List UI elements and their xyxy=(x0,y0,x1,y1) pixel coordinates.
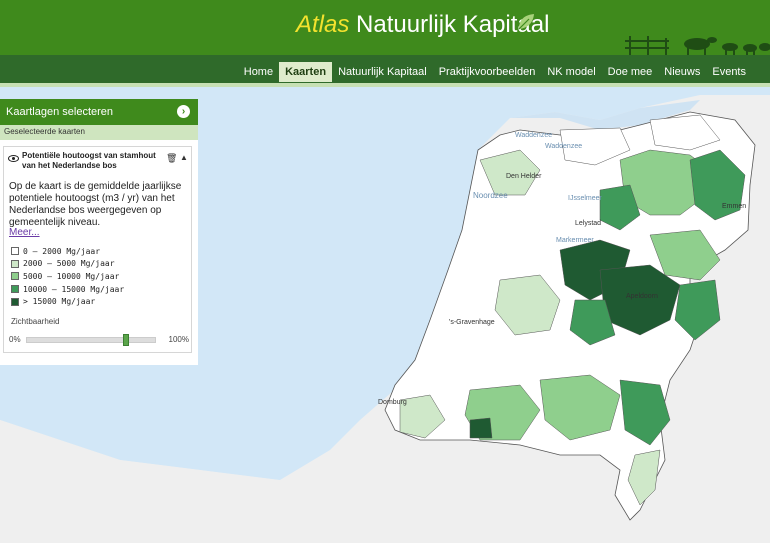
label-ijsselmeer: IJsselmeer xyxy=(568,195,603,202)
label-noordzee: Noordzee xyxy=(473,191,508,200)
legend: 0 – 2000 Mg/jaar 2000 – 5000 Mg/jaar 500… xyxy=(11,245,124,308)
farm-silhouette-icon xyxy=(625,36,770,56)
opacity-track[interactable] xyxy=(26,337,156,343)
site-title[interactable]: Atlas Natuurlijk Kapitaal xyxy=(296,11,549,39)
legend-item: 0 – 2000 Mg/jaar xyxy=(11,245,124,258)
label-domburg: Domburg xyxy=(378,399,407,406)
legend-item: 2000 – 5000 Mg/jaar xyxy=(11,258,124,271)
label-emmen: Emmen xyxy=(722,203,746,210)
legend-swatch xyxy=(11,247,19,256)
opacity-max-label: 100% xyxy=(168,335,189,344)
label-apeldoorn: Apeldoorn xyxy=(626,293,658,300)
layer-description: Op de kaart is de gemiddelde jaarlijkse … xyxy=(9,181,182,228)
arrow-right-icon[interactable]: › xyxy=(177,105,190,118)
opacity-thumb[interactable] xyxy=(122,334,129,346)
legend-swatch xyxy=(11,259,19,268)
nav-nk-model[interactable]: NK model xyxy=(541,62,601,82)
nav-natuurlijk-kapitaal[interactable]: Natuurlijk Kapitaal xyxy=(332,62,433,82)
opacity-slider[interactable]: 0% 100% xyxy=(9,334,189,346)
label-lelystad: Lelystad xyxy=(575,220,601,227)
legend-item: 5000 – 10000 Mg/jaar xyxy=(11,270,124,283)
opacity-min-label: 0% xyxy=(9,335,21,344)
legend-item: > 15000 Mg/jaar xyxy=(11,295,124,308)
nav-praktijkvoorbeelden[interactable]: Praktijkvoorbeelden xyxy=(433,62,542,82)
legend-swatch xyxy=(11,297,19,306)
layer-panel-header[interactable]: Kaartlagen selecteren › xyxy=(0,99,198,125)
legend-label: 0 – 2000 Mg/jaar xyxy=(23,246,101,256)
legend-swatch xyxy=(11,285,19,294)
label-waddenzee-1: Waddenzee xyxy=(515,132,552,139)
label-s-gravenhage: 's-Gravenhage xyxy=(449,319,495,326)
nav-events[interactable]: Events xyxy=(706,62,752,82)
eye-icon[interactable] xyxy=(8,155,19,162)
legend-label: 2000 – 5000 Mg/jaar xyxy=(23,259,115,269)
opacity-label: Zichtbaarheid xyxy=(11,317,60,326)
legend-swatch xyxy=(11,272,19,281)
trash-icon[interactable]: 🗑 xyxy=(166,153,177,164)
layer-panel-title: Kaartlagen selecteren xyxy=(6,106,114,118)
layer-card: Potentiële houtoogst van stamhout van he… xyxy=(3,146,192,353)
selected-maps-heading: Geselecteerde kaarten xyxy=(0,125,198,140)
title-atlas: Atlas xyxy=(296,11,350,38)
label-waddenzee-2: Waddenzee xyxy=(545,143,582,150)
legend-item: 10000 – 15000 Mg/jaar xyxy=(11,283,124,296)
legend-label: > 15000 Mg/jaar xyxy=(23,297,96,307)
region-zeeuws-vlaanderen xyxy=(469,417,493,439)
legend-label: 5000 – 10000 Mg/jaar xyxy=(23,271,120,281)
legend-label: 10000 – 15000 Mg/jaar xyxy=(23,284,125,294)
label-markermeer: Markermeer xyxy=(556,237,594,244)
layer-panel: Kaartlagen selecteren › Geselecteerde ka… xyxy=(0,99,198,365)
main-nav: Home Kaarten Natuurlijk Kapitaal Praktij… xyxy=(238,62,752,82)
nav-doe-mee[interactable]: Doe mee xyxy=(602,62,659,82)
nav-nieuws[interactable]: Nieuws xyxy=(658,62,706,82)
collapse-caret-icon[interactable]: ▲ xyxy=(180,153,188,162)
more-link[interactable]: Meer... xyxy=(9,227,40,238)
nav-kaarten[interactable]: Kaarten xyxy=(279,62,333,82)
leaf-icon xyxy=(518,14,534,30)
layer-title: Potentiële houtoogst van stamhout van he… xyxy=(22,151,156,170)
nav-home[interactable]: Home xyxy=(238,62,279,82)
label-den-helder: Den Helder xyxy=(506,173,542,180)
